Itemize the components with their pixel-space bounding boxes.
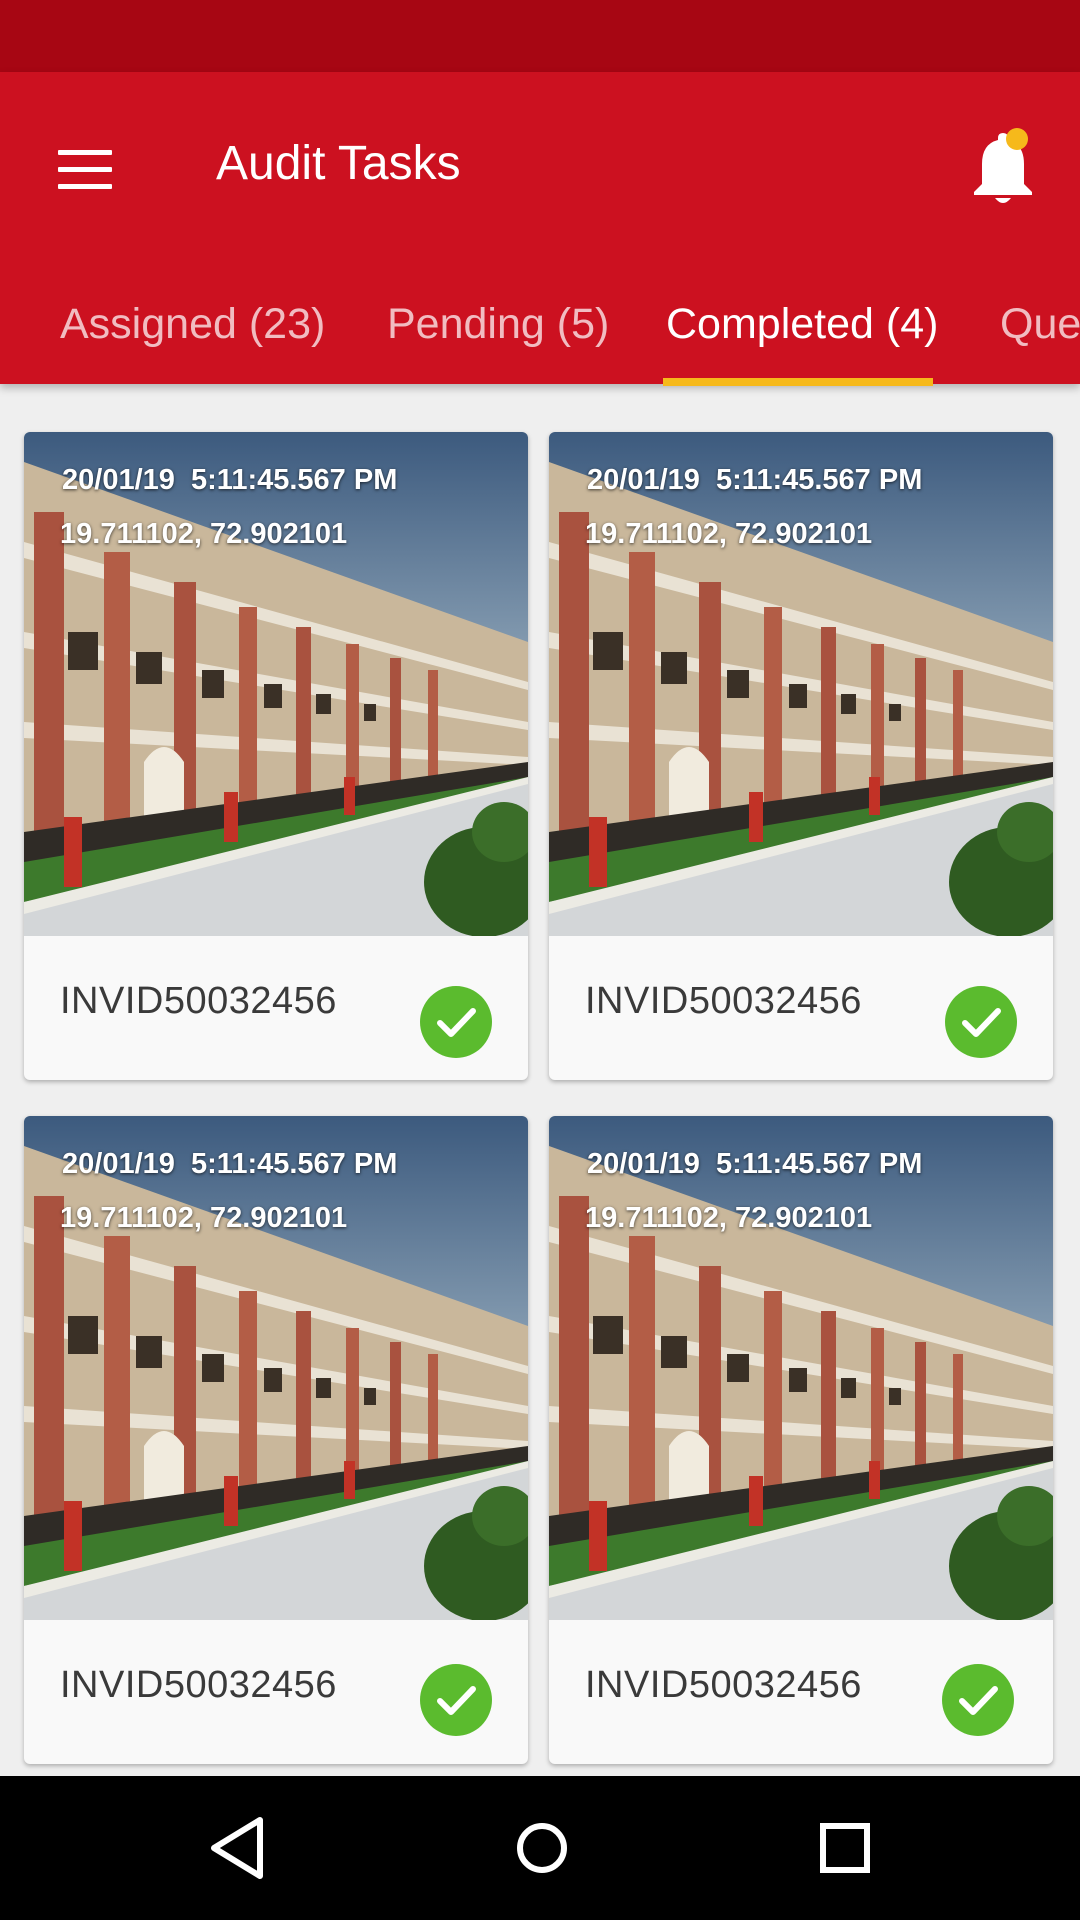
tab-completed[interactable]: Completed (4) [666,262,938,384]
notification-badge [1006,128,1028,150]
photo-coordinates: 19.711102, 72.902101 [60,1202,348,1234]
check-circle-icon [420,986,492,1058]
tab-bar: Assigned (23) Pending (5) Completed (4) … [0,262,1080,384]
check-circle-icon [945,986,1017,1058]
invoice-id: INVID50032456 [585,980,862,1022]
check-circle-icon [420,1664,492,1736]
photo-coordinates: 19.711102, 72.902101 [60,518,348,550]
home-circle-icon[interactable] [502,1808,582,1888]
task-photo: 20/01/19 5:11:45.567 PM 19.711102, 72.90… [549,1116,1053,1620]
check-circle-icon [942,1664,1014,1736]
photo-timestamp: 20/01/19 5:11:45.567 PM [587,464,923,496]
back-triangle-icon[interactable] [200,1808,280,1888]
invoice-id: INVID50032456 [60,1664,337,1706]
hamburger-menu-icon[interactable] [46,132,122,208]
task-grid: 20/01/19 5:11:45.567 PM 19.711102, 72.90… [0,384,1080,1776]
status-bar [0,0,1080,72]
task-photo: 20/01/19 5:11:45.567 PM 19.711102, 72.90… [24,432,528,936]
app-bar: Audit Tasks Assigned (23) Pending (5) Co… [0,72,1080,386]
system-nav-bar [0,1776,1080,1920]
card-footer: INVID50032456 [24,936,528,1080]
photo-timestamp: 20/01/19 5:11:45.567 PM [62,464,398,496]
card-footer: INVID50032456 [549,936,1053,1080]
notification-button[interactable] [958,116,1058,216]
task-card[interactable]: 20/01/19 5:11:45.567 PM 19.711102, 72.90… [549,1116,1053,1764]
tab-pending[interactable]: Pending (5) [387,262,609,384]
tab-queued[interactable]: Queued [1000,262,1080,384]
task-card[interactable]: 20/01/19 5:11:45.567 PM 19.711102, 72.90… [549,432,1053,1080]
tab-assigned[interactable]: Assigned (23) [60,262,325,384]
photo-timestamp: 20/01/19 5:11:45.567 PM [587,1148,923,1180]
recents-square-icon[interactable] [805,1808,885,1888]
invoice-id: INVID50032456 [60,980,337,1022]
task-photo: 20/01/19 5:11:45.567 PM 19.711102, 72.90… [24,1116,528,1620]
task-card[interactable]: 20/01/19 5:11:45.567 PM 19.711102, 72.90… [24,432,528,1080]
task-photo: 20/01/19 5:11:45.567 PM 19.711102, 72.90… [549,432,1053,936]
photo-coordinates: 19.711102, 72.902101 [585,1202,873,1234]
photo-coordinates: 19.711102, 72.902101 [585,518,873,550]
task-card[interactable]: 20/01/19 5:11:45.567 PM 19.711102, 72.90… [24,1116,528,1764]
card-footer: INVID50032456 [549,1620,1053,1764]
active-tab-indicator [663,378,933,386]
page-title: Audit Tasks [216,137,461,190]
invoice-id: INVID50032456 [585,1664,862,1706]
photo-timestamp: 20/01/19 5:11:45.567 PM [62,1148,398,1180]
card-footer: INVID50032456 [24,1620,528,1764]
